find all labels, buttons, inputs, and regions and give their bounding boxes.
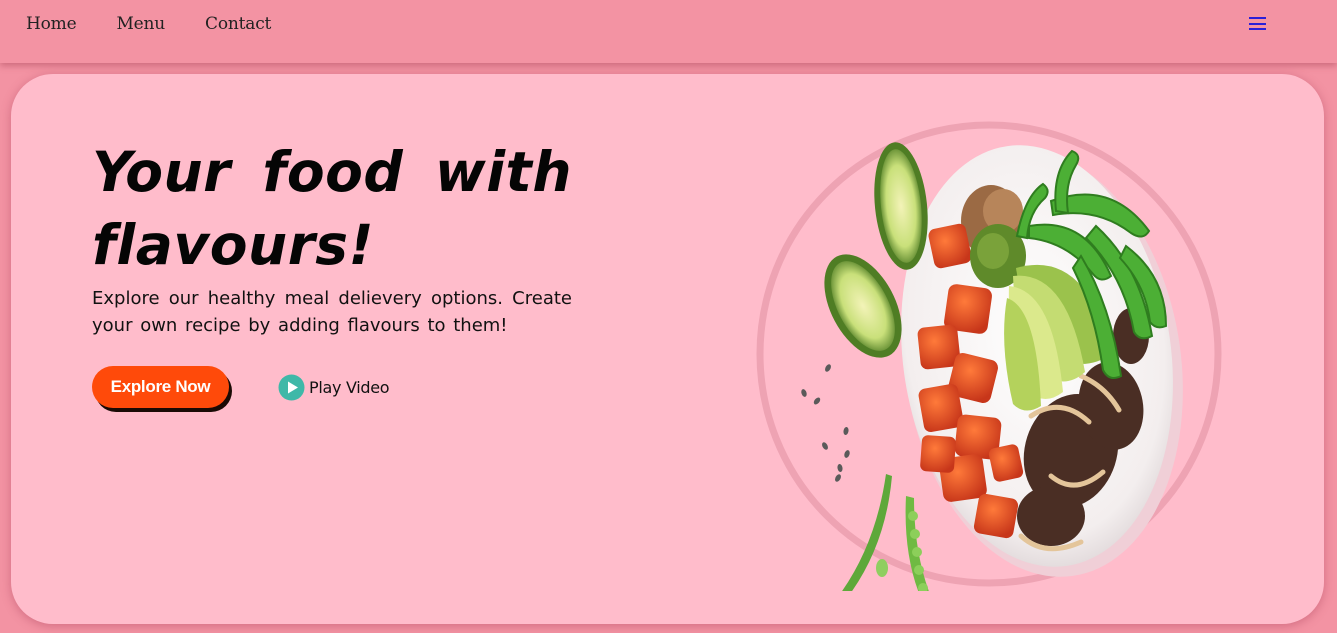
- nav-link-contact[interactable]: Contact: [205, 14, 271, 34]
- hero-card: Your food with flavours! Explore our hea…: [11, 74, 1324, 624]
- play-circle-icon: [278, 374, 305, 401]
- nav-links: Home Menu Contact: [26, 14, 271, 34]
- nav-link-home[interactable]: Home: [26, 14, 77, 34]
- hamburger-bar: [1249, 28, 1266, 30]
- explore-now-button[interactable]: Explore Now: [92, 366, 229, 408]
- hamburger-icon[interactable]: [1249, 16, 1266, 31]
- nav-link-menu[interactable]: Menu: [116, 14, 165, 34]
- hamburger-bar: [1249, 22, 1266, 25]
- salad-bowl-image: [756, 121, 1222, 591]
- top-navbar: Home Menu Contact: [0, 0, 1337, 63]
- play-video-link[interactable]: Play Video: [278, 374, 390, 401]
- hero-description: Explore our healthy meal delievery optio…: [92, 288, 572, 336]
- play-video-label: Play Video: [309, 378, 390, 397]
- hamburger-bar: [1249, 17, 1266, 19]
- hero-headline: Your food with flavours!: [92, 140, 572, 277]
